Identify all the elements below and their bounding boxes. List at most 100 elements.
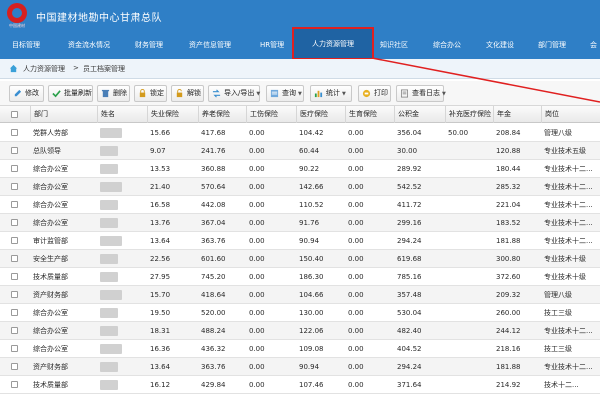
cell-maternity: 0.00	[348, 291, 364, 299]
table-row[interactable]: 技术质量部 16.12 429.84 0.00 107.46 0.00 371.64 214.…	[0, 376, 600, 394]
cell-unemployment: 9.07	[150, 147, 166, 155]
table-row[interactable]: 总队领导 9.07 241.76 0.00 60.44 0.00 30.00 120.88 专业…	[0, 142, 600, 160]
row-checkbox[interactable]	[11, 327, 18, 334]
table-row[interactable]: 综合办公室 18.31 488.24 0.00 122.06 0.00 482.40 244.…	[0, 322, 600, 340]
cell-maternity: 0.00	[348, 255, 364, 263]
cell-housing-fund: 371.64	[397, 381, 422, 389]
table-row[interactable]: 资产财务部 15.70 418.64 0.00 104.66 0.00 357.48 209.…	[0, 286, 600, 304]
cell-department: 技术质量部	[33, 273, 68, 281]
column-header-pension[interactable]: 养老保险	[198, 106, 246, 123]
cell-annuity: 372.60	[496, 273, 521, 281]
delete-button[interactable]: 删除	[97, 85, 130, 102]
query-button[interactable]: 查询 ▼	[266, 85, 304, 102]
nav-item-assets[interactable]: 资产信息管理	[189, 32, 231, 59]
nav-item-finance[interactable]: 财务管理	[135, 32, 163, 59]
cell-housing-fund: 785.16	[397, 273, 422, 281]
batch-refresh-button[interactable]: 批量刷新	[48, 85, 93, 102]
print-button[interactable]: 打印	[358, 85, 391, 102]
row-checkbox[interactable]	[11, 381, 18, 388]
lock-button[interactable]: 锁定	[134, 85, 167, 102]
row-checkbox[interactable]	[11, 273, 18, 280]
row-checkbox[interactable]	[11, 219, 18, 226]
row-checkbox[interactable]	[11, 309, 18, 316]
import-export-button[interactable]: 导入/导出 ▼	[208, 85, 260, 102]
table-row[interactable]: 综合办公室 16.36 436.32 0.00 109.08 0.00 404.52 218.…	[0, 340, 600, 358]
cell-medical: 107.46	[299, 381, 324, 389]
cell-housing-fund: 482.40	[397, 327, 422, 335]
cell-maternity: 0.00	[348, 309, 364, 317]
column-header-unemployment[interactable]: 失业保险	[147, 106, 198, 123]
cell-department: 综合办公室	[33, 219, 68, 227]
nav-item-departments[interactable]: 部门管理	[538, 32, 566, 59]
breadcrumb-hr[interactable]: 人力资源管理	[23, 64, 65, 74]
row-checkbox[interactable]	[11, 237, 18, 244]
row-checkbox[interactable]	[11, 291, 18, 298]
table-row[interactable]: 综合办公室 13.76 367.04 0.00 91.76 0.00 299.16 183.5…	[0, 214, 600, 232]
redacted-name	[100, 308, 118, 318]
row-checkbox[interactable]	[11, 363, 18, 370]
cell-department: 党群人劳部	[33, 129, 68, 137]
view-log-button[interactable]: 查看日志 ▼	[396, 85, 446, 102]
stats-button-label: 统计	[326, 89, 340, 97]
table-row[interactable]: 综合办公室 13.53 360.88 0.00 90.22 0.00 289.92 180.4…	[0, 160, 600, 178]
row-checkbox[interactable]	[11, 255, 18, 262]
nav-item-hr[interactable]: HR管理	[260, 32, 284, 59]
cell-annuity: 209.32	[496, 291, 521, 299]
nav-item-knowledge[interactable]: 知识社区	[380, 32, 408, 59]
row-checkbox[interactable]	[11, 183, 18, 190]
cell-housing-fund: 619.68	[397, 255, 422, 263]
table-row[interactable]: 安全生产部 22.56 601.60 0.00 150.40 0.00 619.68 300.…	[0, 250, 600, 268]
cell-department: 资产财务部	[33, 291, 68, 299]
cell-annuity: 180.44	[496, 165, 521, 173]
cell-unemployment: 16.58	[150, 201, 171, 209]
row-checkbox[interactable]	[11, 345, 18, 352]
edit-button-label: 修改	[25, 89, 39, 97]
cell-medical: 109.08	[299, 345, 324, 353]
cell-supp-medical	[445, 196, 493, 214]
column-header-department[interactable]: 部门	[30, 106, 97, 123]
row-checkbox[interactable]	[11, 129, 18, 136]
cell-annuity: 221.04	[496, 201, 521, 209]
table-row[interactable]: 综合办公室 19.50 520.00 0.00 130.00 0.00 530.04 260.…	[0, 304, 600, 322]
nav-item-cash-flow[interactable]: 资金流水情况	[68, 32, 110, 59]
cell-supp-medical	[445, 304, 493, 322]
column-header-annuity[interactable]: 年金	[493, 106, 541, 123]
cell-work-injury: 0.00	[249, 255, 265, 263]
row-checkbox[interactable]	[11, 201, 18, 208]
select-all-checkbox[interactable]	[11, 111, 18, 118]
row-checkbox[interactable]	[11, 165, 18, 172]
table-row[interactable]: 技术质量部 27.95 745.20 0.00 186.30 0.00 785.16 372.…	[0, 268, 600, 286]
stats-button[interactable]: 统计 ▼	[310, 85, 352, 102]
cell-supp-medical	[445, 214, 493, 232]
column-header-maternity[interactable]: 生育保险	[345, 106, 394, 123]
cell-unemployment: 16.12	[150, 381, 171, 389]
check-icon	[52, 90, 61, 98]
nav-item-goals[interactable]: 目标管理	[12, 32, 40, 59]
cell-position: 管理八级	[544, 291, 572, 299]
cell-work-injury: 0.00	[249, 291, 265, 299]
table-row[interactable]: 综合办公室 21.40 570.64 0.00 142.66 0.00 542.52 285.…	[0, 178, 600, 196]
nav-item-office[interactable]: 综合办公	[433, 32, 461, 59]
lock-button-label: 锁定	[150, 89, 164, 97]
unlock-button[interactable]: 解锁	[171, 85, 204, 102]
column-header-medical[interactable]: 医疗保险	[296, 106, 345, 123]
table-row[interactable]: 审计监管部 13.64 363.76 0.00 90.94 0.00 294.24 181.8…	[0, 232, 600, 250]
cell-housing-fund: 542.52	[397, 183, 422, 191]
row-checkbox[interactable]	[11, 147, 18, 154]
table-row[interactable]: 综合办公室 16.58 442.08 0.00 110.52 0.00 411.72 221.…	[0, 196, 600, 214]
column-header-housing-fund[interactable]: 公积金	[394, 106, 445, 123]
table-row[interactable]: 资产财务部 13.64 363.76 0.00 90.94 0.00 294.24 181.8…	[0, 358, 600, 376]
nav-item-culture[interactable]: 文化建设	[486, 32, 514, 59]
column-header-position[interactable]: 岗位	[541, 106, 600, 123]
column-header-name[interactable]: 姓名	[97, 106, 147, 123]
cell-annuity: 214.92	[496, 381, 521, 389]
column-header-supp-medical[interactable]: 补充医疗保险	[445, 106, 493, 123]
breadcrumb-separator: >	[73, 64, 79, 72]
nav-item-more[interactable]: 会	[590, 32, 597, 59]
edit-button[interactable]: 修改	[9, 85, 44, 102]
cell-annuity: 183.52	[496, 219, 521, 227]
column-header-work-injury[interactable]: 工伤保险	[246, 106, 296, 123]
table-row[interactable]: 党群人劳部 15.66 417.68 0.00 104.42 0.00 356.04 50.0…	[0, 124, 600, 142]
cell-supp-medical	[445, 376, 493, 394]
nav-item-human-resources[interactable]: 人力资源管理	[292, 27, 374, 60]
